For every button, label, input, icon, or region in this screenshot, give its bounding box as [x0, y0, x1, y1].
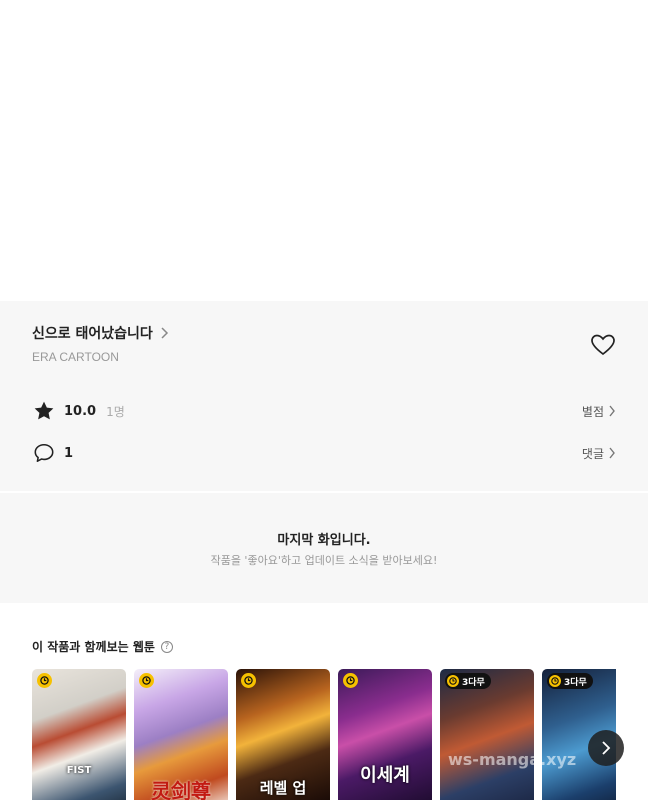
question-icon[interactable]: ?: [160, 640, 173, 653]
clock-icon: [139, 673, 154, 688]
recommendation-card[interactable]: 3다무: [440, 669, 534, 800]
clock-icon: [241, 673, 256, 688]
star-icon: [32, 399, 56, 423]
rating-link[interactable]: 별점: [582, 403, 616, 420]
watermark: ws-manga.xyz: [448, 750, 577, 769]
comment-icon: [32, 441, 56, 465]
comment-link[interactable]: 댓글: [582, 445, 616, 462]
card-cover-text: 灵剑尊: [151, 779, 211, 800]
series-author: ERA CARTOON: [32, 350, 119, 364]
last-episode-title: 마지막 화입니다.: [277, 533, 371, 548]
badge-label: 3다무: [564, 677, 587, 688]
chevron-right-icon: [609, 447, 615, 459]
comment-row: 1 댓글: [32, 441, 616, 465]
card-cover-text: 이세계: [360, 765, 410, 786]
rating-count: 1명: [106, 404, 125, 419]
comment-count: 1: [64, 445, 74, 461]
chevron-right-icon: [161, 327, 168, 339]
wait-free-badge: 3다무: [547, 673, 593, 689]
card-cover-text: FIST: [66, 765, 92, 776]
comment-link-label: 댓글: [581, 446, 604, 461]
wait-free-badge: 3다무: [445, 673, 491, 689]
clock-icon: [37, 673, 52, 688]
chevron-right-icon: [609, 405, 615, 417]
recommendations-heading: 이 작품과 함께보는 웹툰 ?: [32, 638, 173, 655]
recommendation-card[interactable]: 灵剑尊: [134, 669, 228, 800]
recommendation-carousel: FIST 灵剑尊 레벨 업 이세계 3다무 3다무: [32, 669, 616, 800]
series-title: 신으로 태어났습니다: [32, 326, 153, 342]
carousel-next-button[interactable]: [588, 730, 624, 766]
recommendation-card[interactable]: 이세계: [338, 669, 432, 800]
heart-icon[interactable]: [590, 333, 616, 357]
rating-link-label: 별점: [581, 404, 604, 419]
rating-score: 10.0: [64, 403, 97, 419]
last-episode-notice: 마지막 화입니다. 작품을 '좋아요'하고 업데이트 소식을 받아보세요!: [0, 493, 648, 603]
viewer-blank-area: [0, 0, 648, 301]
last-episode-subtitle: 작품을 '좋아요'하고 업데이트 소식을 받아보세요!: [210, 554, 438, 567]
rating-row: 10.0 1명 별점: [32, 399, 616, 423]
card-cover-text: 레벨 업: [259, 779, 307, 797]
badge-label: 3다무: [462, 677, 485, 688]
series-title-link[interactable]: 신으로 태어났습니다: [32, 323, 169, 343]
recommendation-card[interactable]: 레벨 업: [236, 669, 330, 800]
next-arrow-icon: [602, 741, 611, 755]
clock-icon: [343, 673, 358, 688]
clock-icon: [447, 675, 459, 687]
recommendation-card[interactable]: FIST: [32, 669, 126, 800]
clock-icon: [549, 675, 561, 687]
series-info-panel: 신으로 태어났습니다 ERA CARTOON 10.0 1명 별점 1 댓글: [0, 301, 648, 491]
recommendations-section: 이 작품과 함께보는 웹툰 ? FIST 灵剑尊 레벨 업 이세계 3다무 3다…: [0, 603, 648, 800]
recommendations-title: 이 작품과 함께보는 웹툰: [32, 640, 155, 654]
